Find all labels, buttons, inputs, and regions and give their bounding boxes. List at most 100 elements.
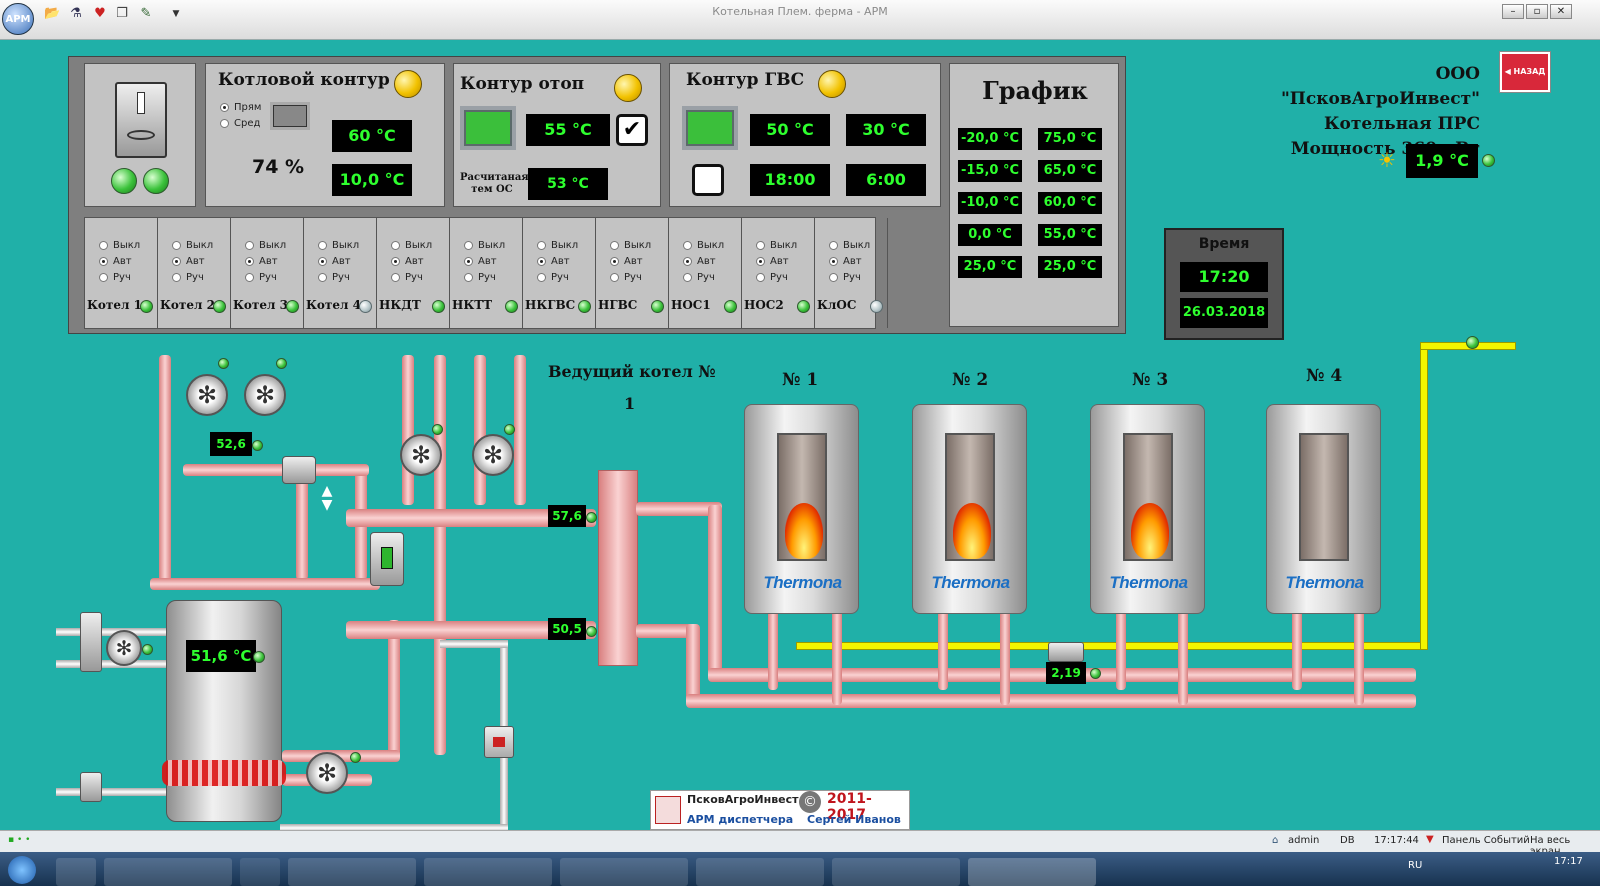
schedule-supply-5[interactable]: 25,0 °C: [1038, 256, 1102, 278]
unit-mode-auto-radio[interactable]: Авт: [172, 256, 205, 267]
taskbar-ie[interactable]: [240, 858, 280, 886]
schedule-supply-3[interactable]: 60,0 °C: [1038, 192, 1102, 214]
hot-water-checkbox[interactable]: [692, 164, 724, 196]
unit-mode-off-radio[interactable]: Выкл: [245, 240, 286, 251]
unit-mode-auto-radio[interactable]: Авт: [829, 256, 862, 267]
unit-mode-manual-radio[interactable]: Руч: [756, 272, 788, 283]
unit-label: НОС2: [744, 298, 784, 312]
taskbar-app[interactable]: [560, 858, 688, 886]
unit-mode-off-radio[interactable]: Выкл: [318, 240, 359, 251]
taskbar-app[interactable]: [288, 858, 416, 886]
unit-mode-off-radio[interactable]: Выкл: [756, 240, 797, 251]
unit-mode-off-radio[interactable]: Выкл: [99, 240, 140, 251]
clock-panel: Время 17:20 26.03.2018: [1164, 228, 1284, 340]
schedule-supply-1[interactable]: 75,0 °C: [1038, 128, 1102, 150]
unit-mode-manual-radio[interactable]: Руч: [464, 272, 496, 283]
unit-mode-off-radio[interactable]: Выкл: [610, 240, 651, 251]
unit-mode-manual-radio[interactable]: Руч: [683, 272, 715, 283]
boiler-2[interactable]: Thermona: [912, 404, 1027, 614]
pump-icon[interactable]: ✻: [400, 434, 442, 476]
power-switch[interactable]: [115, 82, 167, 158]
drain-valve[interactable]: [80, 772, 102, 802]
schedule-outdoor-5[interactable]: 25,0 °C: [958, 256, 1022, 278]
heating-temp[interactable]: 55 °C: [526, 114, 610, 146]
unit-mode-auto-radio[interactable]: Авт: [391, 256, 424, 267]
taskbar-app[interactable]: [424, 858, 552, 886]
events-panel-button[interactable]: Панель Событий: [1442, 835, 1530, 846]
close-button[interactable]: ✕: [1550, 4, 1572, 19]
unit-mode-off-radio[interactable]: Выкл: [683, 240, 724, 251]
pump-icon[interactable]: ✻: [306, 752, 348, 794]
taskbar-app-active[interactable]: [968, 858, 1096, 886]
schedule-supply-4[interactable]: 55,0 °C: [1038, 224, 1102, 246]
pump-icon[interactable]: ✻: [186, 374, 228, 416]
unit-mode-manual-radio[interactable]: Руч: [537, 272, 569, 283]
start-button[interactable]: [8, 856, 36, 884]
boiler-4-number: № 4: [1306, 366, 1343, 386]
taskbar-explorer[interactable]: [56, 858, 96, 886]
window-title: Котельная Плем. ферма - АРМ: [712, 5, 888, 18]
boiler-1[interactable]: Thermona: [744, 404, 859, 614]
unit-mode-manual-radio[interactable]: Руч: [245, 272, 277, 283]
cold-water-valve[interactable]: [80, 612, 102, 672]
back-button[interactable]: ◀ НАЗАД: [1500, 52, 1550, 92]
schedule-outdoor-4[interactable]: 0,0 °C: [958, 224, 1022, 246]
schedule-outdoor-1[interactable]: -20,0 °C: [958, 128, 1022, 150]
unit-mode-off-radio[interactable]: Выкл: [829, 240, 870, 251]
mixing-valve[interactable]: [370, 532, 404, 586]
unit-mode-auto-radio[interactable]: Авт: [610, 256, 643, 267]
taskbar-app[interactable]: [104, 858, 232, 886]
unit-mode-auto-radio[interactable]: Авт: [99, 256, 132, 267]
boiler-3[interactable]: Thermona: [1090, 404, 1205, 614]
taskbar-app[interactable]: [696, 858, 824, 886]
unit-mode-auto-radio[interactable]: Авт: [464, 256, 497, 267]
boiler-4[interactable]: Thermona: [1266, 404, 1381, 614]
hot-water-time-end[interactable]: 6:00: [846, 164, 926, 196]
heating-start-button[interactable]: [460, 106, 516, 150]
heating-checkbox[interactable]: ✔: [616, 114, 648, 146]
hot-water-temp[interactable]: 50 °C: [750, 114, 830, 146]
unit-mode-strip: Выкл Авт Руч Котел 1 Выкл Авт Руч Котел 2 Выкл Ав…: [84, 217, 888, 329]
pump-led: [504, 424, 515, 435]
unit-mode-auto-radio[interactable]: Авт: [683, 256, 716, 267]
unit-mode-auto-radio[interactable]: Авт: [756, 256, 789, 267]
weather-icon: ☀: [1378, 148, 1396, 172]
unit-mode-off-radio[interactable]: Выкл: [391, 240, 432, 251]
unit-mode-manual-radio[interactable]: Руч: [829, 272, 861, 283]
apply-button[interactable]: [270, 102, 310, 130]
make-up-valve[interactable]: [484, 726, 514, 758]
flame-icon: [1131, 503, 1169, 559]
unit-mode-off-radio[interactable]: Выкл: [464, 240, 505, 251]
user-menu[interactable]: admin: [1288, 835, 1319, 846]
hot-water-time-start[interactable]: 18:00: [750, 164, 830, 196]
language-indicator[interactable]: RU: [1408, 860, 1422, 871]
unit-mode-manual-radio[interactable]: Руч: [318, 272, 350, 283]
minimize-button[interactable]: –: [1502, 4, 1524, 19]
mode-direct-radio[interactable]: Прям: [220, 102, 261, 113]
taskbar-app[interactable]: [832, 858, 960, 886]
schedule-supply-2[interactable]: 65,0 °C: [1038, 160, 1102, 182]
pump-icon[interactable]: ✻: [106, 630, 142, 666]
return-sensor-led: [586, 626, 597, 637]
unit-mode-off-radio[interactable]: Выкл: [172, 240, 213, 251]
maximize-button[interactable]: ▫: [1526, 4, 1548, 19]
up-down-arrow-icon[interactable]: ▲ ▼: [320, 484, 334, 512]
schedule-outdoor-2[interactable]: -15,0 °C: [958, 160, 1022, 182]
hot-water-night-temp[interactable]: 30 °C: [846, 114, 926, 146]
unit-mode-manual-radio[interactable]: Руч: [610, 272, 642, 283]
boiler-setpoint[interactable]: 60 °C: [332, 120, 412, 152]
unit-mode-off-radio[interactable]: Выкл: [537, 240, 578, 251]
mode-avg-radio[interactable]: Сред: [220, 118, 260, 129]
three-way-valve[interactable]: [282, 456, 316, 484]
boiler-delta[interactable]: 10,0 °C: [332, 164, 412, 196]
unit-mode-auto-radio[interactable]: Авт: [537, 256, 570, 267]
unit-mode-auto-radio[interactable]: Авт: [318, 256, 351, 267]
hot-water-start-button[interactable]: [682, 106, 738, 150]
pump-icon[interactable]: ✻: [244, 374, 286, 416]
pump-icon[interactable]: ✻: [472, 434, 514, 476]
unit-mode-manual-radio[interactable]: Руч: [172, 272, 204, 283]
unit-mode-auto-radio[interactable]: Авт: [245, 256, 278, 267]
unit-mode-manual-radio[interactable]: Руч: [99, 272, 131, 283]
unit-mode-manual-radio[interactable]: Руч: [391, 272, 423, 283]
schedule-outdoor-3[interactable]: -10,0 °C: [958, 192, 1022, 214]
